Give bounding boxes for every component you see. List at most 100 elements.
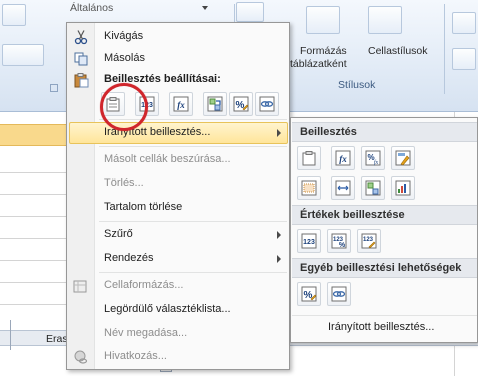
submenu-link-label: Irányított beillesztés... <box>328 321 435 333</box>
menu-item-label: Kivágás <box>104 30 144 42</box>
paste-special-submenu: Beillesztés fx % fx Értékek beillesztése… <box>290 117 478 343</box>
paste-options-header: Beillesztés beállításai: <box>67 69 289 91</box>
paste-values-source-format-button[interactable]: 123 <box>357 229 381 253</box>
menu-separator <box>99 146 287 147</box>
number-format-dropdown[interactable]: Általános <box>70 2 113 14</box>
submenu-section-header: Értékek beillesztése <box>292 205 477 225</box>
paste-formulas-icon: fx <box>173 96 189 112</box>
paste-icon <box>302 151 316 166</box>
cell-styles-icon[interactable] <box>368 6 402 34</box>
clipboard-icon <box>74 73 89 88</box>
menu-item-sort[interactable]: Rendezés <box>67 248 289 270</box>
menu-item-pick-list[interactable]: Legördülő választéklista... <box>67 299 289 321</box>
insert-cells-button[interactable] <box>452 12 476 34</box>
paste-values-number-format-button[interactable]: 123 % <box>327 229 351 253</box>
hyperlink-icon <box>74 350 88 364</box>
menu-item-delete[interactable]: Törlés... <box>67 173 289 195</box>
column-width-icon <box>335 180 351 196</box>
merge-conditional-format-button[interactable] <box>391 176 415 200</box>
values-icon: 123 <box>301 233 317 249</box>
paste-all-button[interactable] <box>297 146 321 170</box>
menu-item-cut[interactable]: Kivágás <box>67 26 289 48</box>
no-borders-button[interactable] <box>297 176 321 200</box>
styles-group-label: Stílusok <box>338 79 376 91</box>
table-header-cell[interactable]: Eras <box>46 333 68 345</box>
menu-item-label: Másolt cellák beszúrása... <box>104 153 231 165</box>
wrap-text-button[interactable] <box>2 4 26 26</box>
formula-icon: fx <box>335 150 351 166</box>
submenu-section-title: Értékek beillesztése <box>300 209 405 221</box>
menu-item-hyperlink[interactable]: Hivatkozás... <box>67 346 289 368</box>
paste-link-button[interactable] <box>255 92 279 116</box>
menu-item-label: Hivatkozás... <box>104 350 167 362</box>
paste-link-button[interactable] <box>327 282 351 306</box>
paste-formatting-icon: % <box>233 96 249 112</box>
ribbon-separator <box>444 4 445 94</box>
percent-glyph: % <box>339 242 346 249</box>
scissors-icon <box>74 30 88 45</box>
keep-column-widths-button[interactable] <box>331 176 355 200</box>
format-as-table-label[interactable]: Formázás <box>300 45 347 57</box>
menu-separator <box>99 221 287 222</box>
menu-item-paste-special[interactable]: Irányított beillesztés... <box>69 122 288 144</box>
percent-fx-icon: % fx <box>365 150 381 166</box>
paste-formulas-label: fx <box>177 100 185 110</box>
cell-styles-label[interactable]: Cellastílusok <box>368 45 428 57</box>
format-as-table-label-line2[interactable]: táblázatként <box>290 58 347 70</box>
paste-formatting-button[interactable]: % <box>297 282 321 306</box>
transpose-icon <box>207 96 223 112</box>
chart-format-icon <box>395 180 411 196</box>
transpose-button[interactable] <box>361 176 385 200</box>
menu-item-label: Törlés... <box>104 177 144 189</box>
values-brush-icon: 123 <box>361 233 377 249</box>
submenu-section-title: Beillesztés <box>300 126 357 138</box>
submenu-arrow-icon <box>277 255 281 263</box>
delete-cells-button[interactable] <box>452 48 476 70</box>
menu-item-format-cells[interactable]: Cellaformázás... <box>67 275 289 297</box>
menu-item-label: Név megadása... <box>104 327 188 339</box>
menu-item-clear-contents[interactable]: Tartalom törlése <box>67 197 289 219</box>
annotation-circle <box>100 83 148 131</box>
paste-formatting-button[interactable]: % <box>229 92 253 116</box>
brush-icon <box>395 150 411 166</box>
menu-item-label: Rendezés <box>104 252 154 264</box>
menu-item-define-name[interactable]: Név megadása... <box>67 323 289 345</box>
submenu-section-title: Egyéb beillesztési lehetőségek <box>300 262 462 274</box>
menu-separator <box>99 272 287 273</box>
menu-item-label: Másolás <box>104 52 145 64</box>
menu-item-insert-copied-cells[interactable]: Másolt cellák beszúrása... <box>67 149 289 171</box>
percent-brush-icon: % <box>301 286 317 302</box>
paste-transpose-button[interactable] <box>203 92 227 116</box>
menu-item-copy[interactable]: Másolás <box>67 48 289 70</box>
link-icon <box>331 286 347 302</box>
formula-glyph: fx <box>339 154 347 164</box>
format-cells-icon <box>73 280 87 293</box>
submenu-paste-special-link[interactable]: Irányított beillesztés... <box>292 315 477 337</box>
no-borders-icon <box>301 180 317 196</box>
dropdown-arrow-icon[interactable] <box>202 6 208 10</box>
menu-item-label: Legördülő választéklista... <box>104 303 231 315</box>
transpose-icon <box>365 180 381 196</box>
submenu-arrow-icon <box>277 231 281 239</box>
menu-item-label: Cellaformázás... <box>104 279 184 291</box>
paste-formulas-number-format-button[interactable]: % fx <box>361 146 385 170</box>
paste-formulas-button[interactable]: fx <box>331 146 355 170</box>
values-percent-icon: 123 % <box>331 233 347 249</box>
conditional-format-button[interactable] <box>236 2 264 22</box>
submenu-section-header: Beillesztés <box>292 122 477 142</box>
menu-item-label: Szűrő <box>104 228 133 240</box>
paste-values-button[interactable]: 123 <box>297 229 321 253</box>
copy-icon <box>74 52 88 66</box>
group-launcher-icon[interactable] <box>50 84 58 92</box>
context-menu: Kivágás Másolás Beillesztés beállításai: <box>66 22 290 370</box>
merge-button[interactable] <box>2 44 44 66</box>
paste-formulas-button[interactable]: fx <box>169 92 193 116</box>
format-as-table-icon[interactable] <box>306 6 340 34</box>
values-label: 123 <box>303 239 315 246</box>
keep-source-formatting-button[interactable] <box>391 146 415 170</box>
menu-item-filter[interactable]: Szűrő <box>67 224 289 246</box>
formula-glyph: fx <box>374 159 379 166</box>
cell-border <box>10 320 11 350</box>
link-icon <box>259 96 275 112</box>
submenu-arrow-icon <box>277 129 281 137</box>
